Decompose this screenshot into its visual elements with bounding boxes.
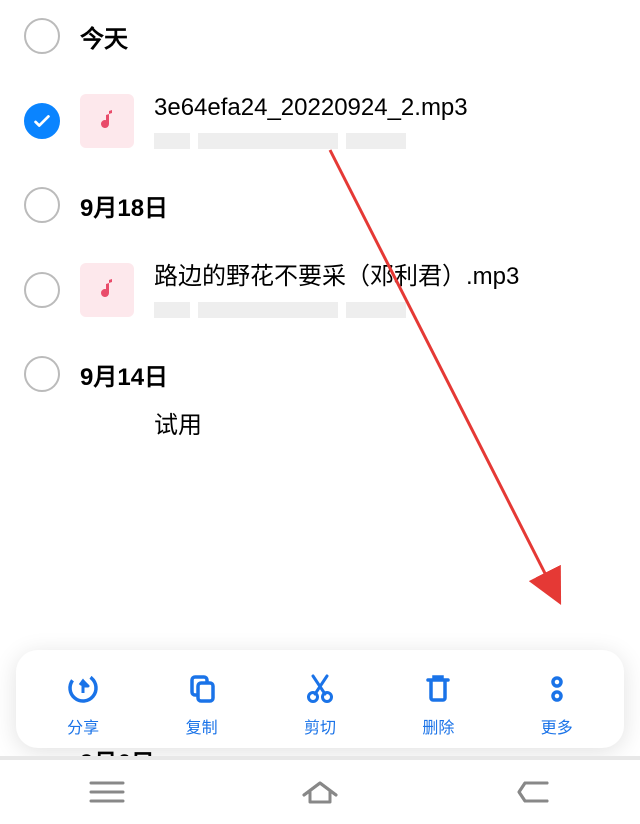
file-name: 3e64efa24_20220924_2.mp3 (154, 92, 616, 123)
share-button[interactable]: 分享 (43, 668, 123, 738)
cut-icon (300, 668, 340, 708)
action-label: 分享 (67, 714, 99, 738)
home-icon (298, 777, 342, 807)
file-info: 路边的野花不要采（邓利君）.mp3 (154, 261, 616, 318)
section-row-today[interactable]: 今天 (0, 0, 640, 72)
section-row-sep18[interactable]: 9月18日 (0, 169, 640, 241)
menu-icon (87, 778, 127, 806)
checkbox-file-1[interactable] (24, 103, 60, 139)
delete-button[interactable]: 删除 (398, 668, 478, 738)
file-row-1[interactable]: 3e64efa24_20220924_2.mp3 (0, 72, 640, 169)
checkbox-sep18[interactable] (24, 187, 60, 223)
section-row-sep14[interactable]: 9月14日 (0, 338, 640, 410)
action-panel: 分享 复制 剪切 删除 更多 (16, 650, 624, 748)
file-meta (154, 133, 616, 149)
file-list: 今天 3e64efa24_20220924_2.mp3 9月18日 路边的野花不… (0, 0, 640, 438)
action-label: 更多 (541, 714, 573, 738)
checkbox-today[interactable] (24, 18, 60, 54)
trash-icon (418, 668, 458, 708)
home-button[interactable] (290, 772, 350, 812)
action-label: 删除 (422, 714, 454, 738)
section-title: 9月14日 (80, 357, 168, 392)
music-file-icon (80, 263, 134, 317)
file-row-2[interactable]: 路边的野花不要采（邓利君）.mp3 (0, 241, 640, 338)
section-title: 9月18日 (80, 188, 168, 223)
copy-icon (182, 668, 222, 708)
system-navbar (0, 756, 640, 824)
file-meta (154, 302, 616, 318)
checkbox-sep14[interactable] (24, 356, 60, 392)
menu-button[interactable] (77, 772, 137, 812)
action-label: 复制 (186, 714, 218, 738)
back-icon (513, 777, 553, 807)
more-icon (537, 668, 577, 708)
check-icon (31, 110, 53, 132)
section-title: 今天 (80, 19, 128, 54)
file-name-partial: 试用 (154, 410, 202, 438)
back-button[interactable] (503, 772, 563, 812)
music-file-icon (80, 94, 134, 148)
file-row-3-partial[interactable]: 试用 (0, 410, 640, 438)
file-info: 3e64efa24_20220924_2.mp3 (154, 92, 616, 149)
action-label: 剪切 (304, 714, 336, 738)
more-button[interactable]: 更多 (517, 668, 597, 738)
checkbox-file-2[interactable] (24, 272, 60, 308)
share-icon (63, 668, 103, 708)
file-name: 路边的野花不要采（邓利君）.mp3 (154, 261, 616, 292)
copy-button[interactable]: 复制 (162, 668, 242, 738)
cut-button[interactable]: 剪切 (280, 668, 360, 738)
